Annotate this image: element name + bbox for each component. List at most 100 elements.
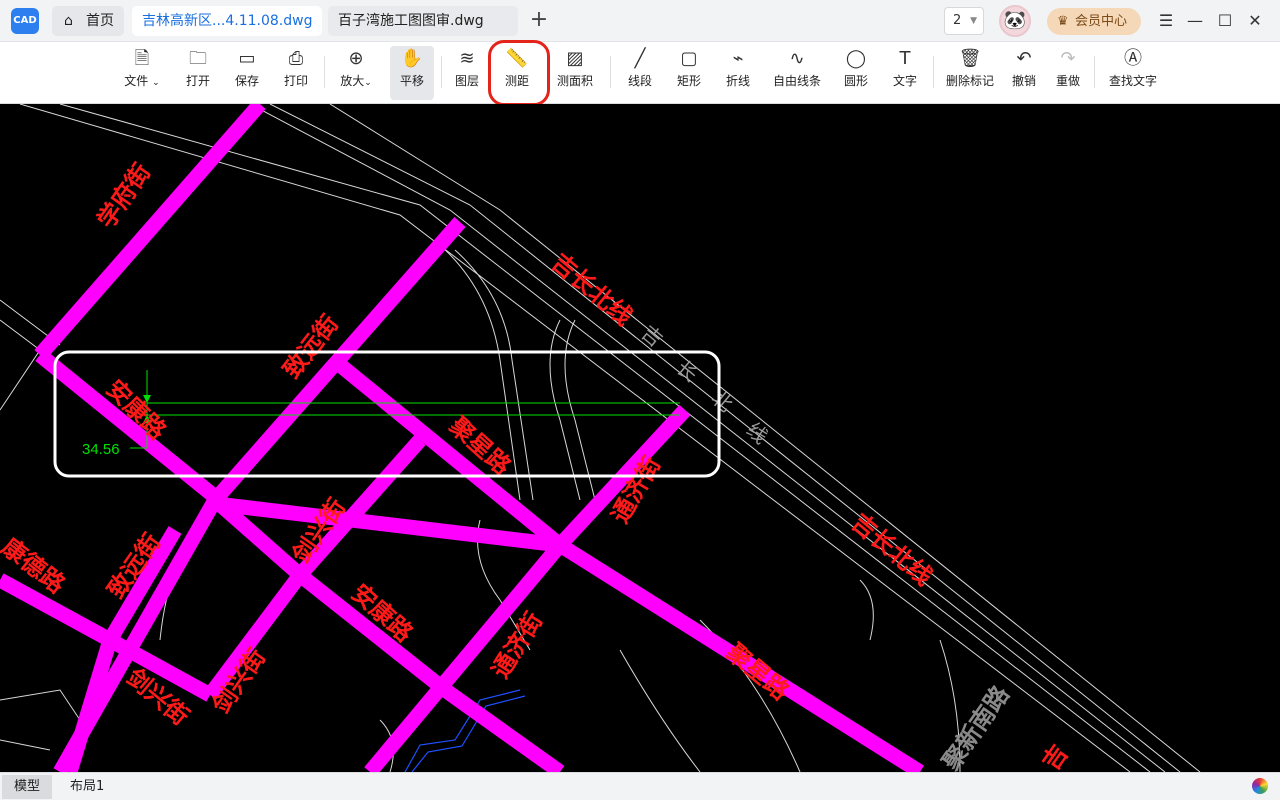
circle-icon: ◯ bbox=[845, 48, 867, 69]
print-label: 打印 bbox=[283, 74, 308, 88]
area-icon: ▨ bbox=[566, 48, 584, 69]
folder-icon: 🗀 bbox=[189, 48, 207, 69]
vip-center-label: 会员中心 bbox=[1075, 14, 1128, 29]
find-text-label: 查找文字 bbox=[1108, 74, 1157, 88]
layers-label: 图层 bbox=[454, 74, 479, 88]
print-button[interactable]: ⎙ 打印 bbox=[276, 46, 316, 100]
measurement-value: 34.56 bbox=[82, 441, 120, 458]
undo-label: 撤销 bbox=[1011, 74, 1036, 88]
faint-label: 北 bbox=[707, 385, 738, 416]
title-bar: CAD ⌂ 首页 吉林高新区...4.11.08.dwg 百子湾施工图图审.dw… bbox=[0, 0, 1280, 42]
cad-drawing: 34.56 学府街 致远街 安康路 聚星路 通济街 吉长北线 吉长北线 剑兴街 … bbox=[0, 104, 1201, 772]
street-label: 吉 bbox=[1037, 740, 1074, 772]
hand-icon: ✋ bbox=[400, 48, 424, 69]
save-label: 保存 bbox=[234, 74, 259, 88]
trash-icon: 🗑 bbox=[958, 48, 982, 69]
tab-second-file[interactable]: 百子湾施工图图审.dwg bbox=[328, 6, 518, 36]
find-text-button[interactable]: Ⓐ 查找文字 bbox=[1104, 46, 1162, 100]
freehand-icon: ∿ bbox=[789, 48, 805, 69]
color-wheel-icon[interactable] bbox=[1252, 778, 1268, 794]
chevron-down-icon: ⌄ bbox=[364, 78, 372, 88]
faint-label: 线 bbox=[742, 417, 773, 448]
measure-area-label: 测面积 bbox=[556, 74, 593, 88]
file-label: 文件 bbox=[124, 74, 149, 88]
drawing-canvas[interactable]: 34.56 学府街 致远街 安康路 聚星路 通济街 吉长北线 吉长北线 剑兴街 … bbox=[0, 104, 1280, 772]
tab-model[interactable]: 模型 bbox=[2, 775, 53, 799]
tab-home[interactable]: ⌂ 首页 bbox=[52, 6, 124, 36]
text-label: 文字 bbox=[892, 74, 917, 88]
delete-markup-label: 删除标记 bbox=[945, 74, 994, 88]
minimize-button[interactable]: — bbox=[1183, 9, 1207, 33]
save-button[interactable]: ▭ 保存 bbox=[227, 46, 267, 100]
rectangle-button[interactable]: ▢ 矩形 bbox=[669, 46, 709, 100]
measure-distance-button[interactable]: 📏 测距 bbox=[497, 46, 537, 100]
tab-home-label: 首页 bbox=[86, 13, 114, 29]
file-menu-button[interactable]: 🗎 文件 ⌄ bbox=[118, 46, 166, 100]
undo-icon: ↶ bbox=[1016, 48, 1032, 69]
find-text-icon: Ⓐ bbox=[1124, 48, 1142, 69]
rectangle-icon: ▢ bbox=[680, 48, 698, 69]
polyline-label: 折线 bbox=[725, 74, 750, 88]
close-button[interactable]: ✕ bbox=[1243, 9, 1267, 33]
polyline-icon: ⌁ bbox=[732, 48, 744, 69]
crown-icon: ♛ bbox=[1057, 14, 1069, 29]
vip-center-button[interactable]: ♛ 会员中心 bbox=[1047, 8, 1141, 35]
file-icon: 🗎 bbox=[134, 48, 150, 69]
street-labels: 学府街 致远街 安康路 聚星路 通济街 吉长北线 吉长北线 剑兴街 致远街 安康… bbox=[0, 158, 1074, 772]
ruler-icon: 📏 bbox=[505, 48, 529, 69]
rectangle-label: 矩形 bbox=[676, 74, 701, 88]
toolbar-divider bbox=[441, 56, 442, 88]
toolbar: 🗎 文件 ⌄ 🗀 打开 ▭ 保存 ⎙ 打印 ⊕ 放大⌄ ✋ 平移 ≋ 图层 📏 … bbox=[0, 42, 1280, 104]
measure-area-button[interactable]: ▨ 测面积 bbox=[551, 46, 599, 100]
street-label: 聚新南路 bbox=[936, 680, 1015, 772]
toolbar-divider bbox=[610, 56, 611, 88]
pan-button[interactable]: ✋ 平移 bbox=[390, 46, 434, 100]
hamburger-icon[interactable]: ☰ bbox=[1154, 9, 1178, 33]
pan-label: 平移 bbox=[399, 74, 424, 88]
zoom-in-icon: ⊕ bbox=[348, 48, 364, 69]
circle-button[interactable]: ◯ 圆形 bbox=[836, 46, 876, 100]
line-label: 线段 bbox=[627, 74, 652, 88]
app-logo: CAD bbox=[11, 8, 39, 34]
zoom-in-button[interactable]: ⊕ 放大⌄ bbox=[333, 46, 379, 100]
circle-label: 圆形 bbox=[843, 74, 868, 88]
redo-label: 重做 bbox=[1055, 74, 1080, 88]
street-label: 聚星路 bbox=[720, 638, 795, 707]
faint-label: 长 bbox=[672, 355, 703, 386]
avatar[interactable]: 🐼 bbox=[999, 5, 1031, 37]
redo-button[interactable]: ↷ 重做 bbox=[1048, 46, 1088, 100]
toolbar-divider bbox=[1094, 56, 1095, 88]
redo-icon: ↷ bbox=[1060, 48, 1076, 69]
tab-active-label: 吉林高新区...4.11.08.dwg bbox=[142, 13, 313, 29]
tab-layout1[interactable]: 布局1 bbox=[58, 775, 116, 799]
line-icon: ╱ bbox=[634, 48, 646, 69]
text-icon: T bbox=[899, 48, 911, 69]
tab-second-label: 百子湾施工图图审.dwg bbox=[338, 13, 484, 29]
add-tab-button[interactable]: + bbox=[528, 8, 550, 34]
layers-icon: ≋ bbox=[459, 48, 475, 69]
printer-icon: ⎙ bbox=[288, 48, 304, 69]
page-select[interactable]: 2 ▼ bbox=[944, 7, 984, 35]
polyline-button[interactable]: ⌁ 折线 bbox=[718, 46, 758, 100]
line-button[interactable]: ╱ 线段 bbox=[620, 46, 660, 100]
street-label: 吉长北线 bbox=[546, 248, 638, 331]
measure-distance-label: 测距 bbox=[504, 74, 529, 88]
zoom-in-label: 放大 bbox=[340, 74, 365, 88]
save-icon: ▭ bbox=[238, 48, 256, 69]
maximize-button[interactable]: ☐ bbox=[1213, 9, 1237, 33]
layers-button[interactable]: ≋ 图层 bbox=[447, 46, 487, 100]
chevron-down-icon: ⌄ bbox=[152, 78, 160, 88]
freehand-button[interactable]: ∿ 自由线条 bbox=[768, 46, 826, 100]
tab-active-file[interactable]: 吉林高新区...4.11.08.dwg bbox=[132, 6, 322, 36]
faint-label: 吉 bbox=[637, 320, 668, 351]
text-button[interactable]: T 文字 bbox=[885, 46, 925, 100]
freehand-label: 自由线条 bbox=[772, 74, 821, 88]
open-button[interactable]: 🗀 打开 bbox=[178, 46, 218, 100]
street-label: 吉长北线 bbox=[846, 508, 938, 591]
undo-button[interactable]: ↶ 撤销 bbox=[1004, 46, 1044, 100]
page-select-value: 2 bbox=[953, 13, 962, 28]
toolbar-divider bbox=[324, 56, 325, 88]
chevron-down-icon: ▼ bbox=[970, 16, 977, 26]
delete-markup-button[interactable]: 🗑 删除标记 bbox=[942, 46, 998, 100]
open-label: 打开 bbox=[185, 74, 210, 88]
